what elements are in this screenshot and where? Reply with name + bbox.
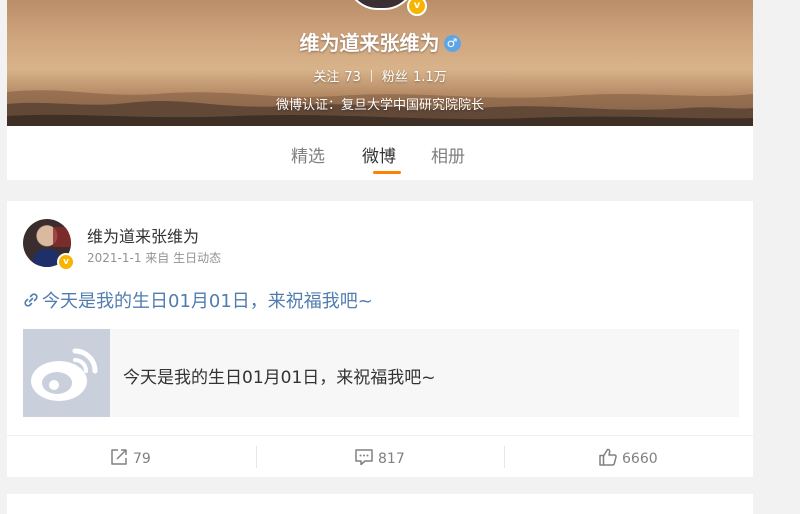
post-card: v 维为道来张维为 2021-1-1 来自 生日动态 今天是我的生日01月01日… <box>7 201 753 477</box>
repost-button[interactable]: 79 <box>109 447 151 467</box>
verification-text: 微博认证：复旦大学中国研究院院长 <box>275 98 484 113</box>
profile-name: 维为道来张维为 ♂ <box>7 27 753 56</box>
action-divider <box>256 446 257 468</box>
tab-album[interactable]: 相册 <box>431 142 465 167</box>
comment-icon <box>355 449 373 466</box>
next-post-card <box>7 494 753 514</box>
following-label: 关注 <box>313 70 340 85</box>
post-author-name[interactable]: 维为道来张维为 <box>87 223 199 247</box>
repost-icon <box>111 449 127 465</box>
like-icon <box>599 448 617 466</box>
profile-card: v 维为道来张维为 ♂ 关注 73 粉丝 1.1万 微博认证：复旦大学中国研究院院长 精… <box>7 0 753 180</box>
following-count: 73 <box>344 70 361 85</box>
following-stat[interactable]: 关注 73 <box>313 70 361 85</box>
post-date[interactable]: 2021-1-1 <box>87 251 141 265</box>
post-meta: 2021-1-1 来自 生日动态 <box>87 249 221 266</box>
post-text[interactable]: 今天是我的生日01月01日，来祝福我吧~ <box>23 287 373 313</box>
weibo-logo-icon <box>31 348 98 401</box>
stats-divider <box>370 70 372 82</box>
profile-name-text[interactable]: 维为道来张维为 <box>300 31 440 55</box>
repost-count: 79 <box>133 451 151 467</box>
profile-stats: 关注 73 粉丝 1.1万 <box>7 66 753 85</box>
comment-button[interactable]: 817 <box>354 447 405 467</box>
post-actions: 79 817 6660 <box>7 435 753 478</box>
active-tab-indicator <box>373 171 401 174</box>
profile-tabs: 精选 微博 相册 <box>7 126 753 180</box>
link-card-title: 今天是我的生日01月01日，来祝福我吧~ <box>123 368 436 388</box>
male-icon: ♂ <box>443 35 461 52</box>
followers-stat[interactable]: 粉丝 1.1万 <box>382 70 447 85</box>
action-divider <box>504 446 505 468</box>
post-text-content: 今天是我的生日01月01日，来祝福我吧~ <box>42 291 373 312</box>
link-card-thumbnail <box>23 329 110 417</box>
verified-icon: v <box>57 253 75 271</box>
followers-count: 1.1万 <box>412 70 447 85</box>
like-button[interactable]: 6660 <box>598 447 658 467</box>
post-source[interactable]: 来自 生日动态 <box>145 251 221 265</box>
link-icon <box>24 293 38 307</box>
tab-weibo[interactable]: 微博 <box>362 142 396 167</box>
comment-count: 817 <box>378 451 405 467</box>
link-card[interactable]: 今天是我的生日01月01日，来祝福我吧~ <box>23 329 739 417</box>
followers-label: 粉丝 <box>381 70 408 85</box>
tab-featured[interactable]: 精选 <box>291 142 325 167</box>
like-count: 6660 <box>622 451 658 467</box>
